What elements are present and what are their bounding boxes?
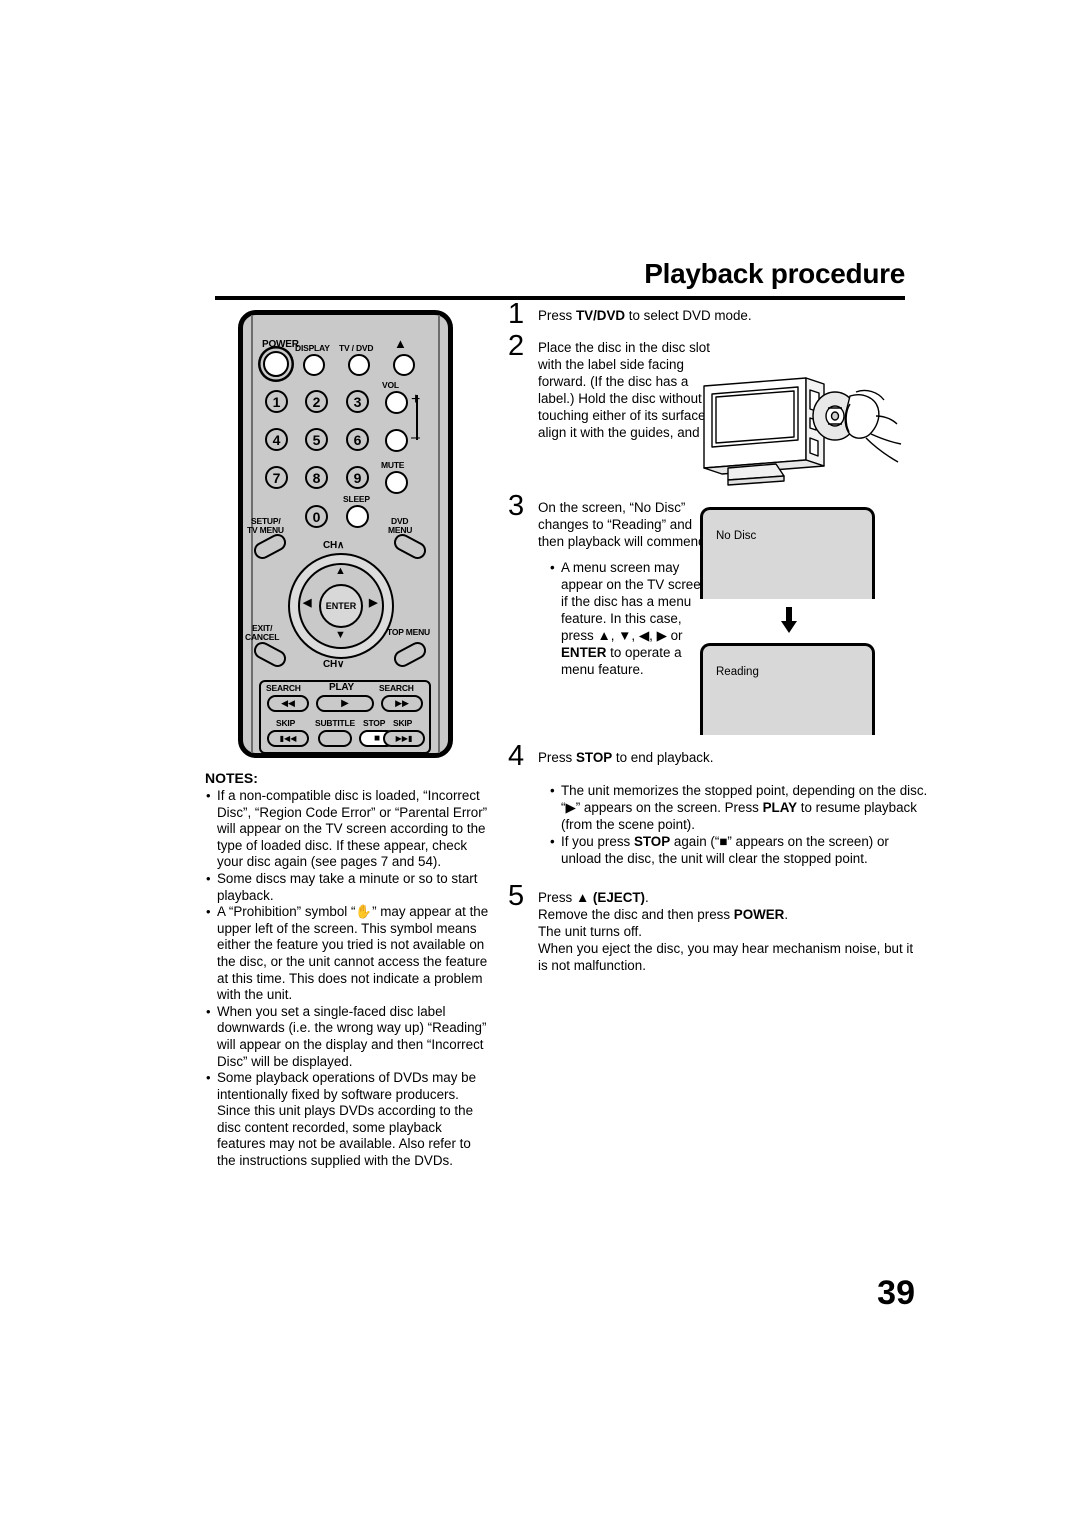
note-item: Some playback operations of DVDs may be …: [205, 1070, 490, 1170]
vol-connector-line: [416, 395, 418, 440]
tv-screen-no-disc: No Disc: [700, 507, 875, 599]
tv-screen-reading: Reading: [700, 643, 875, 735]
remote-display-button[interactable]: [303, 354, 325, 376]
remote-sleep-label: SLEEP: [343, 494, 370, 504]
step-1: 1 Press TV/DVD to select DVD mode.: [508, 300, 913, 339]
remote-number-2[interactable]: 2: [305, 390, 328, 413]
nav-down-icon: ▼: [335, 629, 346, 641]
step-5-line: Remove the disc and then press POWER.: [538, 907, 789, 922]
remote-skip-fwd-button[interactable]: ▶▶▮: [383, 730, 425, 747]
remote-power-label: POWER: [262, 339, 299, 350]
remote-skip-fwd-label: SKIP: [393, 718, 413, 728]
step-4-bullets: The unit memorizes the stopped point, de…: [550, 782, 928, 867]
right-column: 1 Press TV/DVD to select DVD mode. 2 Pla…: [508, 300, 927, 1009]
step-3-number: 3: [508, 490, 525, 522]
step-2: 2 Place the disc in the disc slot with t…: [508, 332, 913, 499]
skip-previous-icon: ▮◀◀: [279, 734, 297, 743]
remote-stop-label: STOP: [363, 718, 386, 728]
remote-subtitle-label: SUBTITLE: [315, 718, 355, 728]
remote-number-5[interactable]: 5: [305, 428, 328, 451]
remote-mute-button[interactable]: [385, 471, 408, 494]
remote-number-8[interactable]: 8: [305, 466, 328, 489]
remote-subtitle-button[interactable]: [318, 730, 352, 747]
remote-power-button[interactable]: [263, 351, 289, 377]
step-5-number: 5: [508, 880, 525, 912]
remote-number-0[interactable]: 0: [305, 505, 328, 528]
remote-number-9[interactable]: 9: [346, 466, 369, 489]
notes-heading: NOTES:: [205, 770, 258, 786]
remote-tvdvd-button[interactable]: [348, 354, 370, 376]
note-item: If a non-compatible disc is loaded, “Inc…: [205, 788, 490, 871]
title-divider: [215, 296, 905, 300]
remote-display-label: DISPLAY: [295, 343, 330, 353]
remote-tvdvd-label: TV / DVD: [339, 343, 374, 353]
remote-number-1[interactable]: 1: [265, 390, 288, 413]
stop-icon: ■: [373, 733, 381, 744]
remote-topmenu-label: TOP MENU: [387, 627, 430, 637]
step-4-bullet-item: If you press STOP again (“■” appears on …: [550, 833, 928, 867]
left-column: POWER DISPLAY TV / DVD ▲ 1 2 3 4 5 6 7 8…: [205, 310, 490, 1170]
note-item: When you set a single-faced disc label d…: [205, 1004, 490, 1070]
rewind-icon: ◀◀: [281, 698, 295, 708]
transition-arrow-icon: [781, 607, 797, 638]
play-icon: ▶: [341, 698, 349, 709]
step-1-text: Press TV/DVD to select DVD mode.: [538, 308, 752, 323]
step-2-number: 2: [508, 330, 525, 362]
tv-screen-reading-text: Reading: [716, 666, 759, 678]
step-5-line: Press ▲ (EJECT).: [538, 890, 649, 905]
remote-number-4[interactable]: 4: [265, 428, 288, 451]
remote-enter-label: ENTER: [325, 601, 357, 611]
step-1-number: 1: [508, 298, 525, 330]
step-5-text: Press ▲ (EJECT). Remove the disc and then…: [538, 889, 923, 974]
remote-search-rev-button[interactable]: ◀◀: [267, 695, 309, 712]
nav-up-icon: ▲: [335, 565, 346, 577]
note-item: A “Prohibition” symbol “✋” may appear at…: [205, 904, 490, 1004]
manual-page: Playback procedure POWER DISPLAY TV / DV…: [0, 0, 1080, 1528]
page-title: Playback procedure: [644, 258, 905, 289]
remote-number-6[interactable]: 6: [346, 428, 369, 451]
step-4-text: Press STOP to end playback.: [538, 750, 714, 765]
notes-list: If a non-compatible disc is loaded, “Inc…: [205, 788, 490, 1170]
step-3: 3 On the screen, “No Disc” changes to “R…: [508, 492, 913, 749]
step-3-bullet-item: A menu screen may appear on the TV scree…: [550, 559, 712, 678]
note-item-text: A “Prohibition” symbol “✋” may appear at…: [217, 904, 489, 1003]
step-4-bullet-item: The unit memorizes the stopped point, de…: [550, 782, 928, 833]
remote-eject-button[interactable]: [393, 354, 415, 376]
remote-ch-down-label: CH∨: [323, 659, 345, 670]
remote-ch-up-label: CH∧: [323, 540, 345, 551]
tv-disc-insert-illustration: [698, 372, 903, 490]
remote-number-3[interactable]: 3: [346, 390, 369, 413]
nav-left-icon: ◀: [303, 597, 312, 609]
step-4-number: 4: [508, 740, 525, 772]
step-5-line: When you eject the disc, you may hear me…: [538, 941, 914, 973]
remote-play-label: PLAY: [329, 682, 354, 693]
step-3-bullets: A menu screen may appear on the TV scree…: [550, 559, 712, 678]
eject-icon: ▲: [394, 336, 407, 351]
step-5-line: The unit turns off.: [538, 924, 642, 939]
step-3-text: On the screen, “No Disc” changes to “Rea…: [538, 500, 716, 549]
remote-skip-back-button[interactable]: ▮◀◀: [267, 730, 309, 747]
remote-skip-back-label: SKIP: [276, 718, 296, 728]
fast-forward-icon: ▶▶: [395, 698, 409, 708]
skip-next-icon: ▶▶▮: [395, 734, 413, 743]
nav-right-icon: ▶: [369, 597, 378, 609]
remote-number-7[interactable]: 7: [265, 466, 288, 489]
tv-screen-no-disc-text: No Disc: [716, 530, 757, 542]
remote-search-fwd-button[interactable]: ▶▶: [381, 695, 423, 712]
note-item: Some discs may take a minute or so to st…: [205, 871, 490, 904]
remote-enter-button[interactable]: ENTER: [319, 584, 363, 628]
step-4: 4 Press STOP to end playback. The unit m…: [508, 742, 928, 889]
remote-vol-up-button[interactable]: [385, 391, 408, 414]
remote-play-button[interactable]: ▶: [316, 695, 374, 712]
remote-sleep-button[interactable]: [346, 505, 369, 528]
remote-vol-label: VOL: [382, 380, 399, 390]
remote-control-illustration: POWER DISPLAY TV / DVD ▲ 1 2 3 4 5 6 7 8…: [238, 310, 453, 758]
step-2-narrow-text: Place the disc in the disc slot with the…: [538, 340, 716, 423]
remote-search-rev-label: SEARCH: [266, 683, 301, 693]
remote-search-fwd-label: SEARCH: [379, 683, 414, 693]
remote-mute-label: MUTE: [381, 460, 405, 470]
remote-vol-down-button[interactable]: [385, 429, 408, 452]
step-5: 5 Press ▲ (EJECT). Remove the disc and th…: [508, 882, 928, 1009]
page-number: 39: [877, 1274, 915, 1312]
